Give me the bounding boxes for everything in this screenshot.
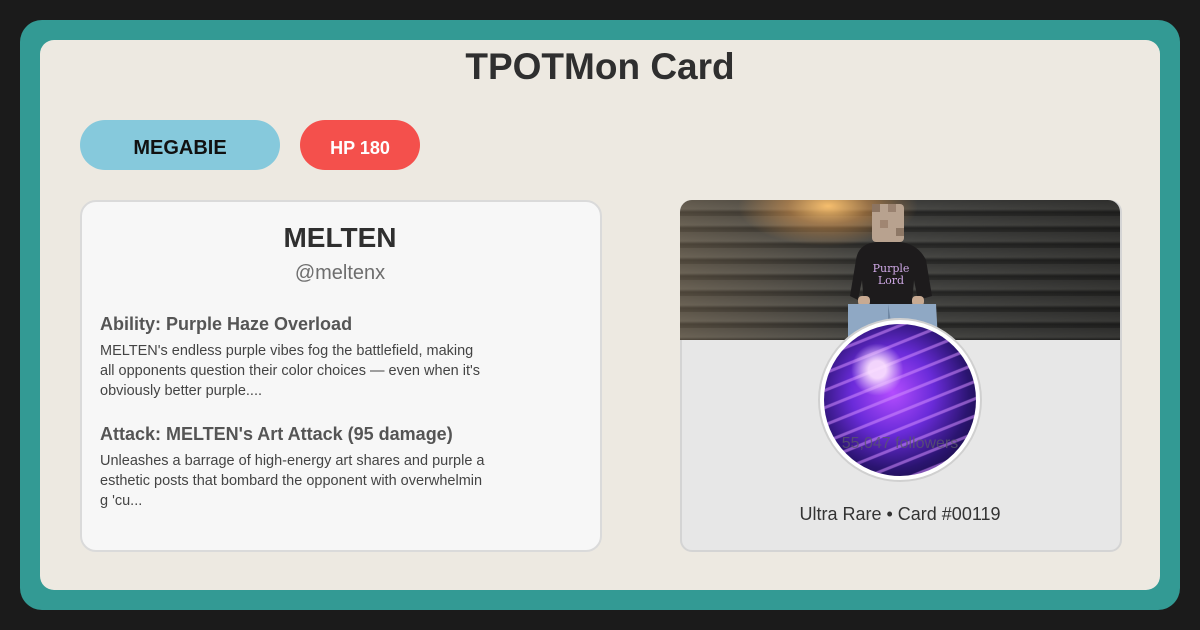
- attack-title: Attack: MELTEN's Art Attack (95 damage): [100, 424, 453, 444]
- profile-name: MELTEN: [283, 222, 397, 253]
- rarity-label: Ultra Rare • Card #00119: [799, 504, 1001, 524]
- hp-badge: HP 180: [300, 120, 420, 170]
- avatar: [824, 324, 976, 476]
- person-figure: Purple Lord: [848, 204, 938, 340]
- type-badge: MEGABIE: [80, 120, 280, 170]
- followers-count: 55,047 followers: [841, 435, 959, 452]
- ability-title: Ability: Purple Haze Overload: [100, 314, 353, 334]
- shirt-text-line-2: Lord: [878, 274, 904, 287]
- ability-text: MELTEN's endless purple vibes fog the ba…: [100, 343, 480, 399]
- attack-text: Unleashes a barrage of high-energy art s…: [100, 453, 485, 509]
- page-title: TPOTMon Card: [465, 46, 735, 87]
- profile-handle: @meltenx: [294, 262, 386, 284]
